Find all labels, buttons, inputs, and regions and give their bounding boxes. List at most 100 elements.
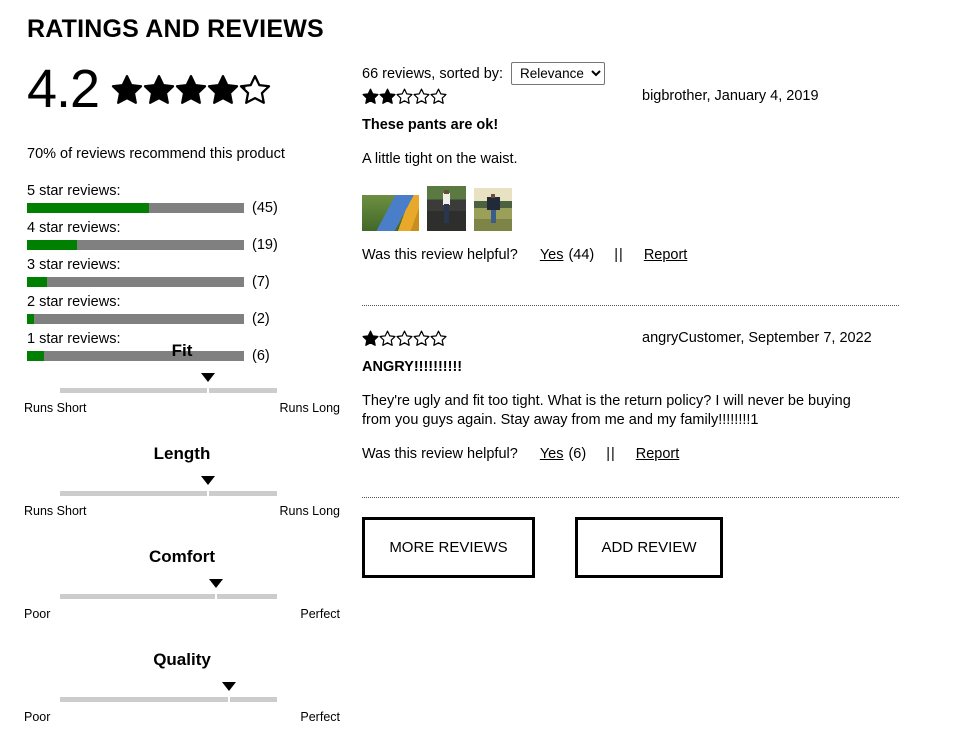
- star-breakdown-list: 5 star reviews: (45) 4 star reviews: (19) 3 …: [27, 182, 327, 367]
- attribute-slider: Fit Runs Short Runs Long: [0, 341, 340, 417]
- review-helpful-question: Was this review helpful?: [362, 247, 518, 263]
- review-photo-thumbnail[interactable]: [427, 186, 466, 231]
- attribute-slider: Quality Poor Perfect: [0, 650, 340, 726]
- attribute-slider-notch: [206, 490, 209, 497]
- star-breakdown-count: (19): [252, 237, 278, 253]
- review-item: bigbrother, January 4, 2019 These pants a…: [362, 88, 962, 263]
- attribute-slider-notch: [215, 593, 218, 600]
- star-filled-icon: [175, 75, 207, 104]
- review-rating-stars: [362, 330, 447, 347]
- review-divider: [362, 305, 899, 306]
- review-helpful-question: Was this review helpful?: [362, 446, 518, 462]
- attribute-slider-notch: [206, 387, 209, 394]
- attribute-slider-track-wrap[interactable]: [60, 579, 277, 603]
- star-breakdown-label: 2 star reviews:: [27, 294, 121, 310]
- star-breakdown-bar: [27, 314, 244, 324]
- star-filled-icon: [111, 75, 143, 104]
- star-breakdown-count: (7): [252, 274, 270, 290]
- attribute-slider-marker: [222, 682, 237, 691]
- review-item: angryCustomer, September 7, 2022 ANGRY!!!…: [362, 330, 962, 462]
- star-breakdown-label: 4 star reviews:: [27, 220, 121, 236]
- star-breakdown-count: (45): [252, 200, 278, 216]
- review-photo-thumbnail[interactable]: [362, 195, 419, 231]
- star-empty-icon: [396, 88, 413, 104]
- review-helpful-count: (44): [568, 247, 595, 263]
- star-breakdown-label: 3 star reviews:: [27, 257, 121, 273]
- attribute-slider-right-label: Runs Long: [279, 401, 340, 415]
- reviews-actions: MORE REVIEWS ADD REVIEW: [362, 517, 723, 578]
- reviews-sort-row: 66 reviews, sorted by: Relevance: [362, 62, 606, 85]
- star-partial-icon: [239, 75, 271, 104]
- review-body: A little tight on the waist.: [362, 151, 518, 167]
- add-review-button[interactable]: ADD REVIEW: [575, 517, 723, 578]
- attribute-slider-left-label: Runs Short: [24, 504, 87, 518]
- review-title: ANGRY!!!!!!!!!!: [362, 359, 463, 375]
- star-empty-icon: [396, 330, 413, 346]
- attribute-slider-left-label: Poor: [24, 607, 51, 621]
- star-filled-icon: [362, 88, 379, 104]
- attribute-slider-marker: [209, 579, 224, 588]
- star-breakdown-bar: [27, 203, 244, 213]
- recommend-text: 70% of reviews recommend this product: [27, 146, 285, 162]
- ratings-summary-column: 4.2 70% of reviews recommend this produc…: [0, 0, 340, 739]
- star-breakdown-row: 4 star reviews: (19): [27, 219, 327, 253]
- average-rating-score: 4.2: [27, 59, 100, 119]
- review-author-date: angryCustomer, September 7, 2022: [642, 330, 872, 346]
- star-filled-icon: [379, 88, 396, 104]
- review-helpful-count: (6): [568, 446, 587, 462]
- star-breakdown-count: (2): [252, 311, 270, 327]
- attribute-slider-right-label: Perfect: [300, 607, 340, 621]
- star-breakdown-bar-fill: [27, 314, 34, 324]
- review-helpful-yes-link[interactable]: Yes: [540, 446, 564, 462]
- star-empty-icon: [430, 88, 447, 104]
- star-breakdown-bar-fill: [27, 240, 77, 250]
- star-filled-icon: [143, 75, 175, 104]
- review-helpful-separator: ||: [606, 446, 616, 462]
- attribute-slider-title: Comfort: [148, 547, 216, 566]
- attribute-slider-left-label: Poor: [24, 710, 51, 724]
- attribute-slider-title: Length: [153, 444, 211, 463]
- star-empty-icon: [413, 88, 430, 104]
- attribute-slider-track-wrap[interactable]: [60, 373, 277, 397]
- attribute-slider-track: [60, 594, 277, 599]
- star-filled-icon: [362, 330, 379, 346]
- review-helpful-row: Was this review helpful? Yes (44) || Report: [362, 247, 962, 263]
- review-title: These pants are ok!: [362, 117, 499, 133]
- review-helpful-yes-link[interactable]: Yes: [540, 247, 564, 263]
- review-rating-stars: [362, 88, 447, 105]
- average-rating-row: 4.2: [27, 62, 271, 116]
- review-report-link[interactable]: Report: [636, 446, 680, 462]
- attribute-slider-track-wrap[interactable]: [60, 476, 277, 500]
- attribute-slider-track: [60, 491, 277, 496]
- star-breakdown-bar-fill: [27, 277, 47, 287]
- reviews-count-label: 66 reviews, sorted by:: [362, 65, 504, 82]
- attribute-slider-track: [60, 697, 277, 702]
- attribute-slider: Comfort Poor Perfect: [0, 547, 340, 623]
- attribute-slider-title: Quality: [153, 650, 211, 669]
- star-filled-icon: [207, 75, 239, 104]
- attribute-slider-right-label: Perfect: [300, 710, 340, 724]
- star-breakdown-bar: [27, 240, 244, 250]
- review-divider: [362, 497, 899, 498]
- more-reviews-button[interactable]: MORE REVIEWS: [362, 517, 535, 578]
- attribute-slider-marker: [200, 476, 215, 485]
- review-photo-thumbnail[interactable]: [474, 188, 512, 231]
- average-rating-stars: [111, 74, 271, 106]
- attribute-slider-track-wrap[interactable]: [60, 682, 277, 706]
- star-breakdown-row: 5 star reviews: (45): [27, 182, 327, 216]
- review-report-link[interactable]: Report: [644, 247, 688, 263]
- star-breakdown-row: 2 star reviews: (2): [27, 293, 327, 327]
- attribute-slider-marker: [200, 373, 215, 382]
- attribute-slider-notch: [228, 696, 231, 703]
- review-helpful-row: Was this review helpful? Yes (6) || Report: [362, 446, 962, 462]
- star-breakdown-row: 3 star reviews: (7): [27, 256, 327, 290]
- attribute-slider-title: Fit: [171, 341, 193, 360]
- review-helpful-separator: ||: [614, 247, 624, 263]
- review-photos: [362, 183, 962, 231]
- star-empty-icon: [430, 330, 447, 346]
- attribute-slider: Length Runs Short Runs Long: [0, 444, 340, 520]
- sort-by-select[interactable]: Relevance: [511, 62, 606, 85]
- attribute-slider-left-label: Runs Short: [24, 401, 87, 415]
- review-body: They're ugly and fit too tight. What is …: [362, 393, 851, 428]
- star-empty-icon: [413, 330, 430, 346]
